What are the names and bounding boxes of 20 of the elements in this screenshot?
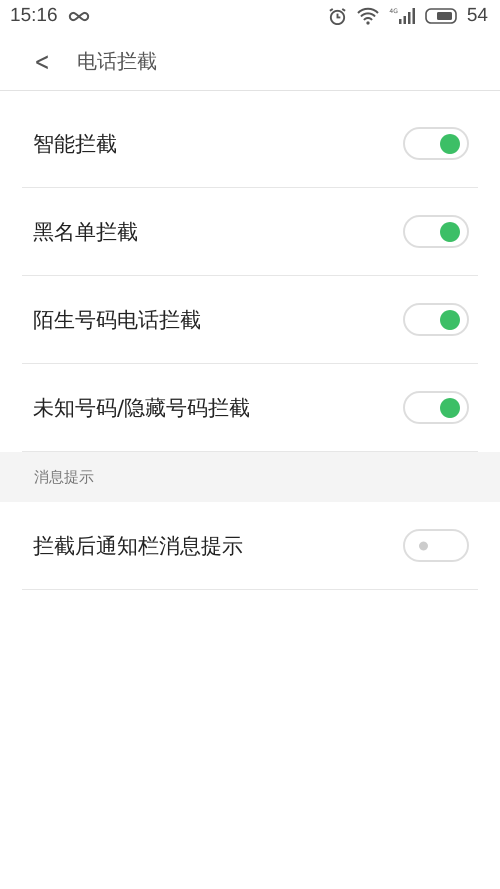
battery-icon	[424, 8, 457, 24]
setting-label: 拦截后通知栏消息提示	[33, 532, 243, 560]
status-time: 15:16	[10, 5, 58, 27]
wifi-icon	[357, 7, 380, 25]
toggle-switch[interactable]	[403, 529, 469, 562]
setting-label: 陌生号码电话拦截	[33, 306, 201, 334]
toggle-switch[interactable]	[403, 215, 469, 248]
setting-label: 未知号码/隐藏号码拦截	[33, 394, 250, 422]
section-header: 消息提示	[0, 452, 500, 502]
back-button[interactable]: <	[30, 44, 54, 78]
signal-icon	[398, 8, 415, 24]
battery-percent: 54	[466, 5, 488, 27]
toggle-switch[interactable]	[403, 127, 469, 160]
setting-label: 黑名单拦截	[33, 218, 138, 246]
infinity-icon	[68, 10, 90, 22]
toggle-switch[interactable]	[403, 391, 469, 424]
toggle-switch[interactable]	[403, 303, 469, 336]
page-title: 电话拦截	[77, 48, 157, 74]
setting-label: 智能拦截	[33, 130, 117, 158]
alarm-icon	[328, 6, 348, 26]
